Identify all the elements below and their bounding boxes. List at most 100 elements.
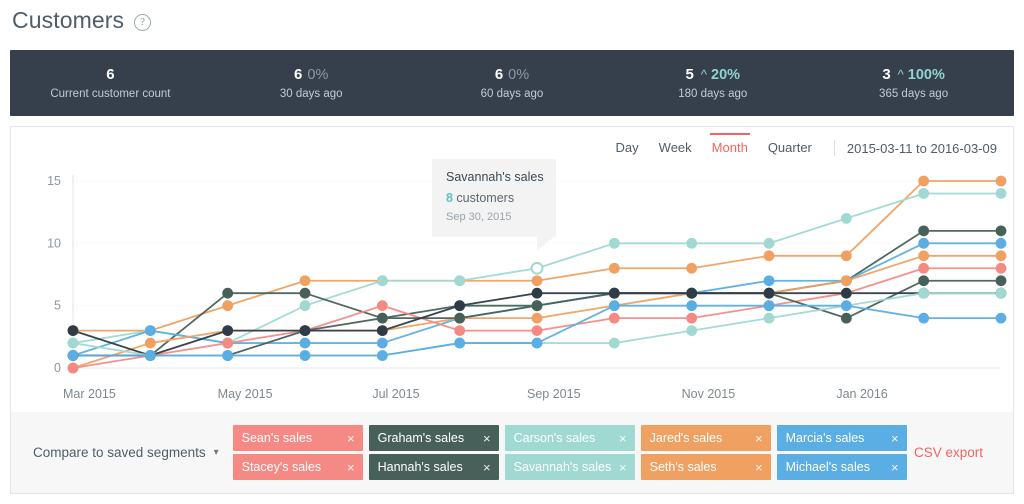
chart-point[interactable] (376, 350, 388, 361)
close-icon[interactable]: × (483, 431, 491, 446)
segment-chip[interactable]: Stacey's sales × (232, 454, 363, 480)
chart-point[interactable] (918, 275, 930, 287)
chart-point[interactable] (608, 300, 620, 312)
chart-point[interactable] (299, 287, 311, 299)
segment-chip[interactable]: Jared's sales × (640, 425, 771, 451)
chart-point[interactable] (531, 300, 543, 312)
chart-point[interactable] (531, 275, 543, 287)
chart-point[interactable] (918, 287, 930, 299)
chart-point[interactable] (144, 350, 156, 361)
chart-point[interactable] (531, 312, 543, 324)
chart-point[interactable] (376, 325, 388, 336)
segment-chip[interactable]: Hannah's sales × (368, 454, 499, 480)
close-icon[interactable]: × (755, 460, 763, 475)
chart-point[interactable] (995, 262, 1007, 274)
chart-point[interactable] (222, 350, 234, 361)
chart-point[interactable] (840, 300, 852, 312)
chart-point[interactable] (918, 225, 930, 237)
chart-point[interactable] (299, 325, 311, 336)
chart-point[interactable] (763, 287, 775, 299)
chart-point[interactable] (67, 337, 79, 349)
chart-point[interactable] (608, 262, 620, 274)
segment-chip[interactable]: Savannah's sales × (504, 454, 635, 480)
chart-point[interactable] (531, 325, 543, 336)
chart-point[interactable] (995, 175, 1007, 187)
chart-point[interactable] (376, 312, 388, 324)
chart-point[interactable] (918, 175, 930, 187)
close-icon[interactable]: × (891, 431, 899, 446)
chart-point[interactable] (918, 312, 930, 324)
chart-point[interactable] (454, 312, 466, 324)
chart-point[interactable] (763, 250, 775, 262)
chart-point[interactable] (918, 237, 930, 249)
chart-point[interactable] (840, 250, 852, 262)
compare-segments-dropdown[interactable]: Compare to saved segments ▾ (33, 445, 219, 460)
chart-point[interactable] (995, 237, 1007, 249)
chart-point[interactable] (686, 300, 698, 312)
segment-chip[interactable]: Michael's sales × (776, 454, 907, 480)
chart-point[interactable] (376, 300, 388, 312)
tab-quarter[interactable]: Quarter (758, 136, 822, 160)
csv-export-button[interactable]: CSV export (914, 445, 983, 460)
chart-point[interactable] (299, 350, 311, 361)
chart-point[interactable] (918, 262, 930, 274)
chart-point[interactable] (531, 337, 543, 349)
segment-chip[interactable]: Carson's sales × (504, 425, 635, 451)
chart-point[interactable] (454, 275, 466, 287)
segment-chip[interactable]: Seth's sales × (640, 454, 771, 480)
chart-point[interactable] (840, 275, 852, 287)
chart-point[interactable] (995, 275, 1007, 287)
close-icon[interactable]: × (619, 431, 627, 446)
chart-point[interactable] (995, 250, 1007, 262)
segment-chip[interactable]: Sean's sales × (232, 425, 363, 451)
close-icon[interactable]: × (755, 431, 763, 446)
chart-point-highlighted[interactable] (530, 261, 544, 275)
chart-point[interactable] (840, 213, 852, 224)
chart-point[interactable] (376, 337, 388, 349)
chart-point[interactable] (299, 300, 311, 312)
chart-point[interactable] (222, 337, 234, 349)
chart-point[interactable] (376, 275, 388, 287)
chart-point[interactable] (67, 362, 79, 374)
chart-point[interactable] (763, 275, 775, 287)
chart-point[interactable] (608, 312, 620, 324)
chart-point[interactable] (686, 325, 698, 336)
chart-point[interactable] (299, 337, 311, 349)
chart-point[interactable] (995, 188, 1007, 199)
chart-point[interactable] (454, 300, 466, 312)
chart-point[interactable] (531, 287, 543, 299)
chart-point[interactable] (222, 325, 234, 336)
chart-point[interactable] (686, 287, 698, 299)
close-icon[interactable]: × (619, 460, 627, 475)
chart-point[interactable] (454, 325, 466, 336)
segment-chip[interactable]: Marcia's sales × (776, 425, 907, 451)
chart-point[interactable] (686, 262, 698, 274)
close-icon[interactable]: × (891, 460, 899, 475)
chart-point[interactable] (608, 287, 620, 299)
chart-point[interactable] (995, 287, 1007, 299)
close-icon[interactable]: × (483, 460, 491, 475)
chart-point[interactable] (763, 237, 775, 249)
chart-point[interactable] (222, 287, 234, 299)
chart-point[interactable] (608, 237, 620, 249)
chart-point[interactable] (144, 337, 156, 349)
chart-point[interactable] (763, 312, 775, 324)
chart-point[interactable] (144, 325, 156, 336)
chart-point[interactable] (686, 312, 698, 324)
tab-day[interactable]: Day (606, 136, 649, 160)
chart-point[interactable] (918, 188, 930, 199)
tab-month[interactable]: Month (702, 133, 758, 160)
chart-point[interactable] (995, 225, 1007, 237)
chart-point[interactable] (67, 325, 79, 336)
date-range-label[interactable]: 2015-03-11 to 2016-03-09 (847, 141, 997, 156)
close-icon[interactable]: × (347, 460, 355, 475)
chart-point[interactable] (299, 275, 311, 287)
chart-point[interactable] (840, 312, 852, 324)
chart-point[interactable] (918, 250, 930, 262)
chart-point[interactable] (840, 287, 852, 299)
close-icon[interactable]: × (347, 431, 355, 446)
chart-point[interactable] (222, 300, 234, 312)
chart-point[interactable] (608, 337, 620, 349)
chart-point[interactable] (67, 350, 79, 361)
chart-point[interactable] (763, 300, 775, 312)
